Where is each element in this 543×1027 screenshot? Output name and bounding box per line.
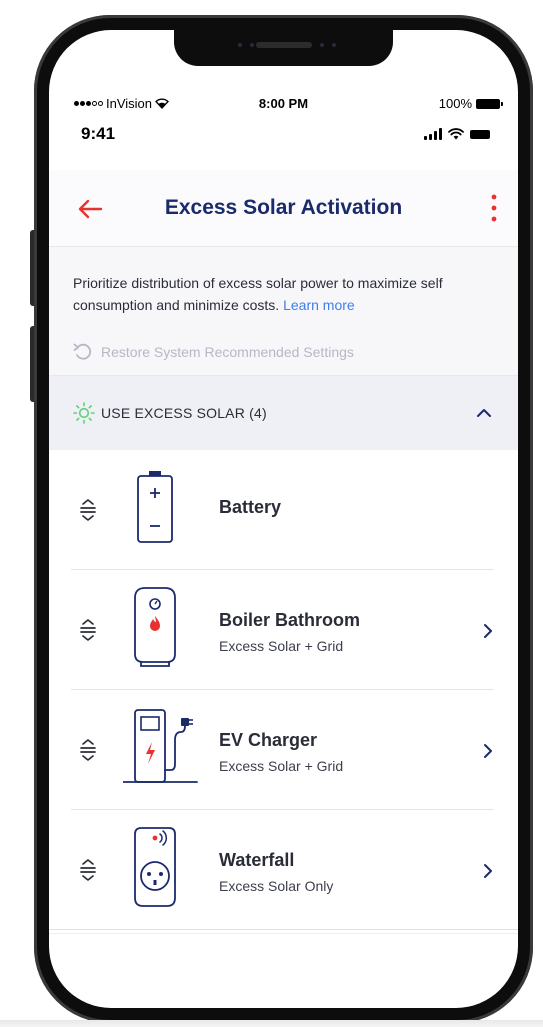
phone-frame: InVision 8:00 PM 100% 9:41 Excess Solar … (34, 15, 533, 1023)
battery-percent: 100% (438, 96, 472, 111)
device-name: Battery (219, 497, 282, 517)
chevron-right-icon[interactable] (482, 622, 494, 640)
device-name: Boiler Bathroom (219, 610, 361, 630)
ev-charger-device-icon (123, 709, 198, 783)
smart-plug-device-icon (134, 827, 176, 907)
device-status-bar: 9:41 (49, 120, 518, 150)
boiler-device-icon (134, 587, 176, 667)
battery-group: 100% (438, 96, 503, 111)
battery-icon (476, 98, 503, 109)
restore-icon (73, 343, 92, 360)
intro-description: Prioritize distribution of excess solar … (73, 272, 493, 316)
chevron-right-icon[interactable] (482, 742, 494, 760)
sun-icon (73, 402, 95, 424)
restore-defaults-button[interactable]: Restore System Recommended Settings (73, 343, 354, 361)
chevron-up-icon[interactable] (476, 406, 492, 420)
drag-handle-icon[interactable] (79, 857, 97, 883)
notch-speaker (256, 42, 312, 48)
battery-device-icon (137, 471, 173, 543)
device-mode: Excess Solar Only (219, 878, 334, 894)
list-bottom-divider (49, 929, 518, 930)
drag-handle-icon[interactable] (79, 497, 97, 523)
screenshot-stage: InVision 8:00 PM 100% 9:41 Excess Solar … (0, 0, 543, 1027)
navigation-header: Excess Solar Activation (49, 170, 518, 247)
battery-icon (470, 129, 490, 139)
phone-screen: InVision 8:00 PM 100% 9:41 Excess Solar … (49, 30, 518, 1008)
device-mode: Excess Solar + Grid (219, 638, 344, 654)
device-status-icons (424, 128, 490, 140)
device-mode: Excess Solar + Grid (219, 758, 344, 774)
notch-sensor (332, 43, 336, 47)
device-name: EV Charger (219, 730, 318, 750)
intro-text: Prioritize distribution of excess solar … (73, 275, 443, 313)
list-item-battery[interactable]: Battery (49, 450, 518, 570)
learn-more-link[interactable]: Learn more (283, 297, 355, 313)
list-item-waterfall[interactable]: Waterfall Excess Solar Only (49, 810, 518, 930)
prototype-status-bar: InVision 8:00 PM 100% (49, 90, 518, 118)
wifi-icon (448, 128, 464, 140)
chevron-right-icon[interactable] (482, 862, 494, 880)
device-name: Waterfall (219, 850, 295, 870)
cellular-signal-icon (424, 128, 442, 140)
more-vertical-icon[interactable] (486, 190, 502, 226)
restore-label: Restore System Recommended Settings (101, 344, 354, 360)
intro-panel: Prioritize distribution of excess solar … (49, 247, 518, 376)
notch-sensor (250, 43, 254, 47)
notch-sensor (320, 43, 324, 47)
list-item-ev-charger[interactable]: EV Charger Excess Solar + Grid (49, 690, 518, 810)
page-floor (0, 1020, 543, 1027)
section-header-use-excess-solar[interactable]: USE EXCESS SOLAR (4) (49, 376, 518, 450)
drag-handle-icon[interactable] (79, 737, 97, 763)
drag-handle-icon[interactable] (79, 617, 97, 643)
list-item-boiler-bathroom[interactable]: Boiler Bathroom Excess Solar + Grid (49, 570, 518, 690)
notch-sensor (238, 43, 242, 47)
device-time: 9:41 (81, 124, 116, 143)
section-label: USE EXCESS SOLAR (4) (101, 405, 267, 421)
page-title: Excess Solar Activation (164, 196, 403, 219)
phone-notch (174, 30, 393, 66)
list-bottom-divider (49, 933, 518, 934)
